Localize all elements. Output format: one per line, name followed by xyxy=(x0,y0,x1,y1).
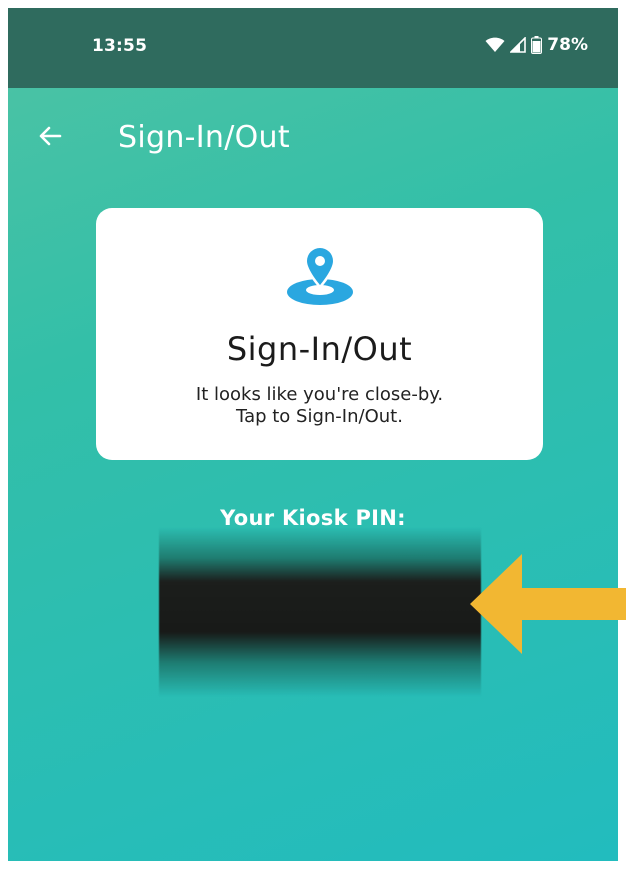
card-subtitle: It looks like you're close-by. Tap to Si… xyxy=(96,384,543,428)
kiosk-pin-redacted xyxy=(159,528,481,696)
back-arrow-icon[interactable] xyxy=(34,120,66,152)
status-bar: 13:55 78% xyxy=(8,8,618,88)
sign-in-out-card[interactable]: Sign-In/Out It looks like you're close-b… xyxy=(96,208,543,460)
kiosk-pin-label: Your Kiosk PIN: xyxy=(220,506,406,530)
status-icons: 78% xyxy=(485,35,588,55)
card-subtitle-line-1: It looks like you're close-by. xyxy=(195,384,444,405)
location-pin-icon xyxy=(287,245,353,305)
wifi-icon xyxy=(485,37,505,52)
phone-screen: 13:55 78% Sign-In/Out Sign-In/Out It loo… xyxy=(8,8,618,861)
battery-percent: 78% xyxy=(547,35,588,55)
card-title: Sign-In/Out xyxy=(226,330,413,368)
pointer-arrow-icon xyxy=(470,554,626,654)
page-title: Sign-In/Out xyxy=(118,120,290,155)
card-subtitle-line-2: Tap to Sign-In/Out. xyxy=(236,406,403,427)
battery-icon xyxy=(531,36,543,54)
status-time: 13:55 xyxy=(92,36,148,56)
cellular-signal-icon xyxy=(510,37,527,53)
app-bar: Sign-In/Out xyxy=(8,88,618,188)
